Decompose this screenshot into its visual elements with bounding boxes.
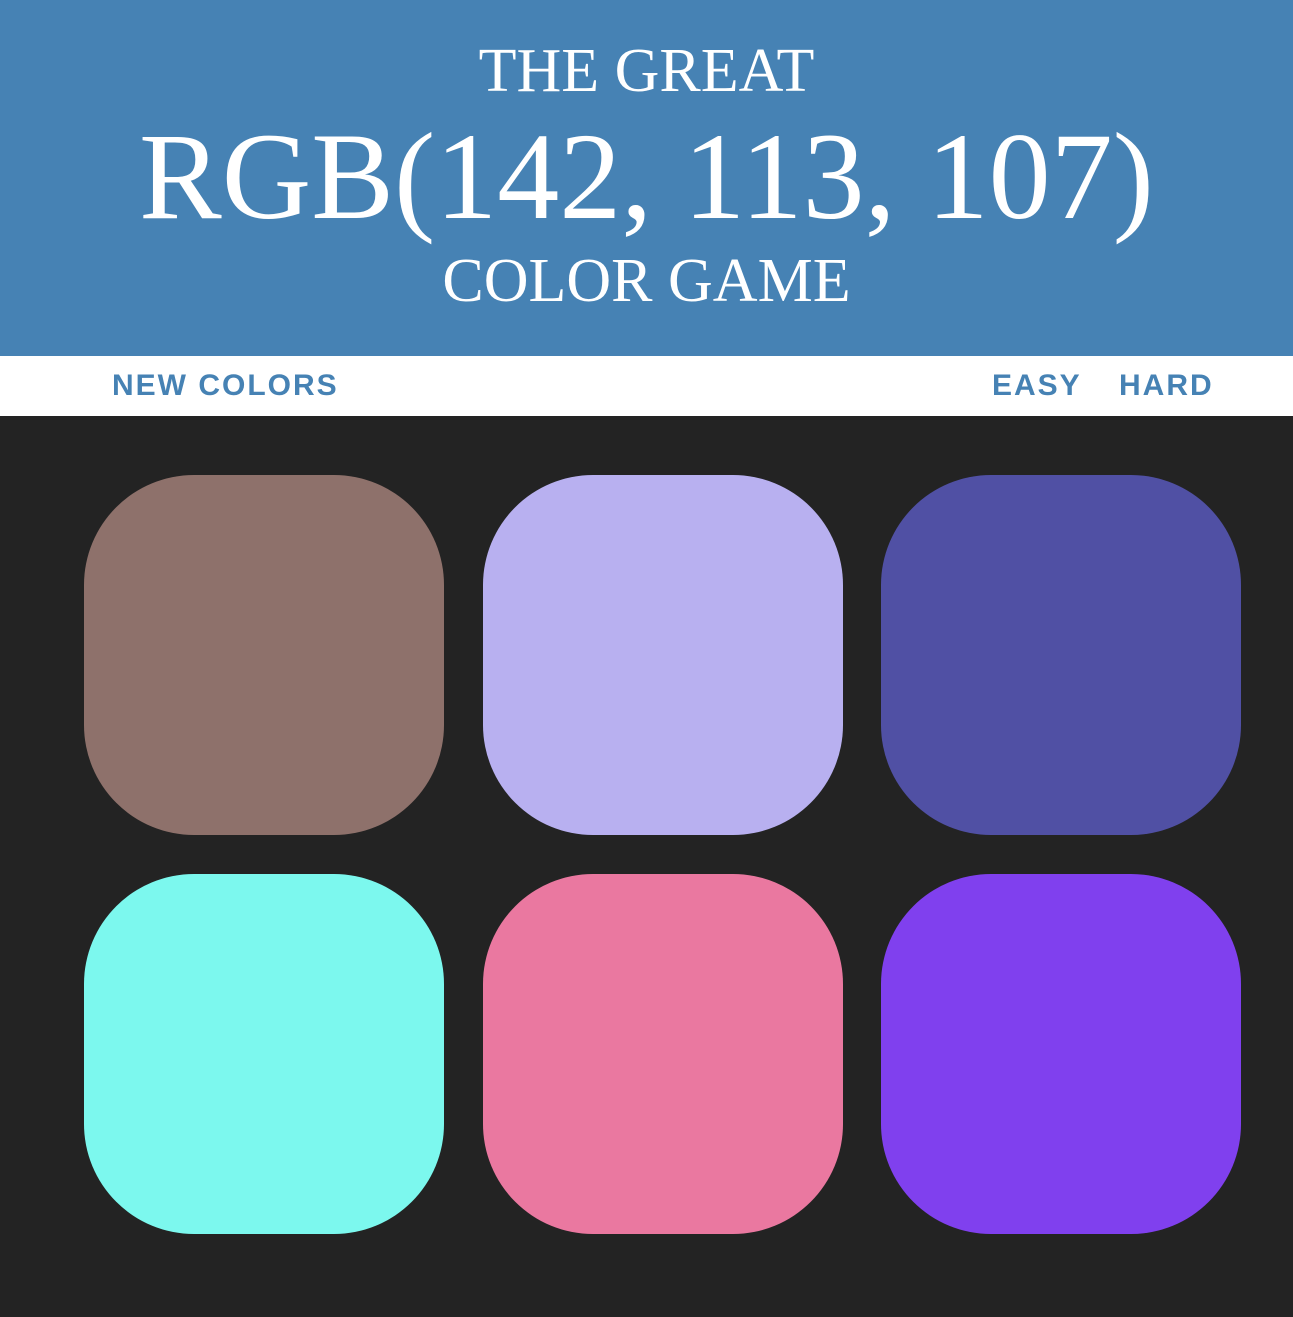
color-square[interactable] [84,475,444,835]
easy-mode-button[interactable]: EASY [992,368,1082,404]
hard-mode-button[interactable]: HARD [1119,368,1214,404]
title-bottom: COLOR GAME [442,247,851,315]
title-top: THE GREAT [478,37,815,105]
color-square[interactable] [881,874,1241,1234]
new-colors-button[interactable]: NEW COLORS [112,368,339,404]
color-square[interactable] [84,874,444,1234]
target-rgb-display: RGB(142, 113, 107) [139,108,1154,245]
color-square[interactable] [483,874,843,1234]
color-square[interactable] [881,475,1241,835]
header: THE GREAT RGB(142, 113, 107) COLOR GAME [0,0,1293,356]
control-stripe: NEW COLORS EASY HARD [0,356,1293,416]
color-square[interactable] [483,475,843,835]
color-board [0,416,1293,1317]
